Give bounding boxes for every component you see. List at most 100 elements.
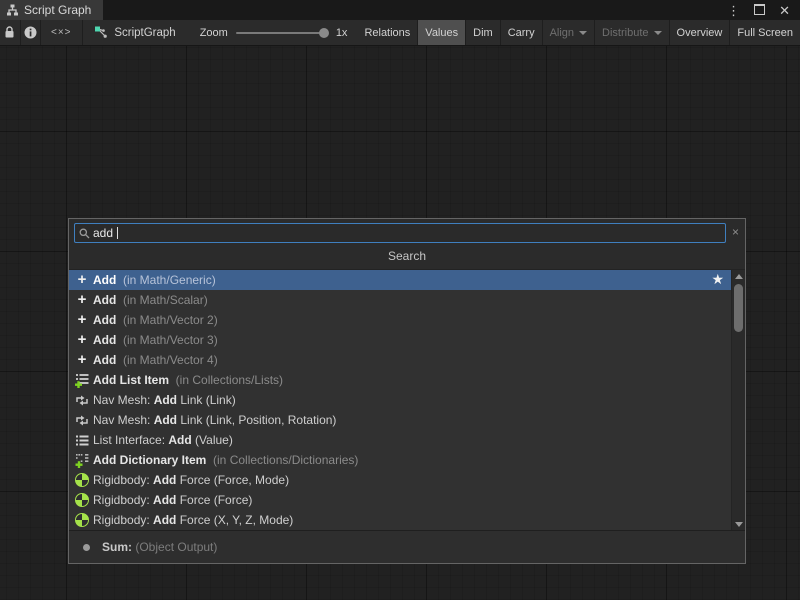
list-item-text: Add: [153, 493, 176, 507]
list-item-text: (in Collections/Lists): [172, 373, 283, 387]
maximize-icon[interactable]: [754, 4, 765, 17]
tab-script-graph[interactable]: Script Graph: [0, 0, 103, 20]
rigidbody-icon: [74, 512, 90, 528]
footer-detail: (Object Output): [135, 540, 217, 554]
toolbar-button-carry[interactable]: Carry: [501, 20, 542, 45]
list-item-text: Add: [93, 313, 120, 327]
list-item-text: Add: [154, 393, 177, 407]
list-item[interactable]: Add List Item (in Collections/Lists): [69, 370, 731, 390]
list-item-text: Add Dictionary Item: [93, 453, 210, 467]
toolbar-button-full-screen[interactable]: Full Screen: [730, 20, 800, 45]
toolbar-button-group: Relations Values Dim Carry Align Distribute Ov…: [357, 20, 800, 45]
toolbar-button-label: Full Screen: [737, 27, 793, 39]
list-item[interactable]: +Add (in Math/Scalar): [69, 290, 731, 310]
toolbar-button-label: Distribute: [602, 27, 648, 39]
nav-mesh-icon: [74, 392, 90, 408]
dot-icon: [83, 544, 90, 551]
list-item[interactable]: +Add (in Math/Vector 2): [69, 310, 731, 330]
list-item-text: Add: [93, 293, 120, 307]
zoom-slider[interactable]: [236, 32, 328, 34]
info-button[interactable]: [20, 20, 40, 45]
plus-icon: +: [74, 312, 90, 328]
list-item-text: Nav Mesh:: [93, 393, 154, 407]
toolbar-button-label: Dim: [473, 27, 493, 39]
toolbar-button-label: Carry: [508, 27, 535, 39]
list-interface-icon: [74, 432, 90, 448]
text-caret: [117, 227, 118, 239]
scroll-up-icon[interactable]: [732, 270, 746, 282]
toolbar-button-label: Relations: [364, 27, 410, 39]
vertical-scrollbar[interactable]: [731, 270, 745, 530]
toolbar-button-overview[interactable]: Overview: [670, 20, 730, 45]
list-item-text: Rigidbody:: [93, 473, 153, 487]
list-item-text: (Value): [192, 433, 233, 447]
list-item-text: Force (Force, Mode): [176, 473, 289, 487]
graph-window-icon: [6, 4, 19, 16]
add-dictionary-item-icon: [74, 452, 90, 468]
list-item-text: Force (X, Y, Z, Mode): [176, 513, 293, 527]
search-input[interactable]: add ×: [74, 223, 726, 243]
lock-button[interactable]: [0, 20, 20, 45]
scroll-down-icon[interactable]: [732, 518, 746, 530]
list-item-text: List Interface:: [93, 433, 168, 447]
graph-toolbar: <×> ScriptGraph Zoom 1x Relations Values D…: [0, 20, 800, 46]
tab-title: Script Graph: [24, 3, 91, 17]
titlebar: Script Graph ⋮ ✕: [0, 0, 800, 20]
list-item[interactable]: +Add (in Math/Generic) ★: [69, 270, 731, 290]
list-item-text: Link (Link, Position, Rotation): [177, 413, 336, 427]
list-item-text: (in Math/Scalar): [120, 293, 208, 307]
list-item[interactable]: Rigidbody: Add Force (Force): [69, 490, 731, 510]
list-item-text: (in Math/Generic): [120, 273, 216, 287]
plus-icon: +: [74, 332, 90, 348]
scrollbar-thumb[interactable]: [734, 284, 743, 332]
toolbar-button-label: Overview: [677, 27, 723, 39]
plus-icon: +: [74, 352, 90, 368]
plus-icon: +: [74, 272, 90, 288]
toolbar-button-values[interactable]: Values: [418, 20, 465, 45]
list-item[interactable]: List Interface: Add (Value): [69, 430, 731, 450]
list-item-text: Add List Item: [93, 373, 172, 387]
scriptgraph-icon: [94, 26, 108, 39]
search-area: add × Search: [69, 219, 745, 269]
list-item-text: Force (Force): [176, 493, 252, 507]
list-item-text: Add: [93, 273, 120, 287]
toolbar-button-dim[interactable]: Dim: [466, 20, 500, 45]
toolbar-button-distribute[interactable]: Distribute: [595, 20, 668, 45]
zoom-label: Zoom: [200, 27, 228, 39]
toolbar-button-align[interactable]: Align: [543, 20, 594, 45]
zoom-control: Zoom 1x: [190, 20, 358, 45]
zoom-slider-handle[interactable]: [319, 28, 329, 38]
caret-down-icon: [654, 31, 662, 35]
list-item[interactable]: Nav Mesh: Add Link (Link): [69, 390, 731, 410]
graph-breadcrumb[interactable]: ScriptGraph: [82, 20, 189, 45]
caret-down-icon: [579, 31, 587, 35]
list-item-text: Add: [168, 433, 191, 447]
list-item[interactable]: Nav Mesh: Add Link (Link, Position, Rota…: [69, 410, 731, 430]
list-item[interactable]: Rigidbody: Add Force (Force, Mode): [69, 470, 731, 490]
code-preview-button[interactable]: <×>: [41, 20, 82, 45]
info-icon: [24, 26, 37, 39]
close-icon[interactable]: ✕: [779, 4, 790, 17]
favorite-star-icon[interactable]: ★: [711, 271, 724, 288]
list-item[interactable]: +Add (in Math/Vector 4): [69, 350, 731, 370]
list-item-text: (in Math/Vector 2): [120, 313, 218, 327]
graph-name: ScriptGraph: [114, 27, 175, 39]
list-item[interactable]: +Add (in Math/Vector 3): [69, 330, 731, 350]
list-item-text: (in Math/Vector 4): [120, 353, 218, 367]
list-item-text: Nav Mesh:: [93, 413, 154, 427]
toolbar-button-label: Values: [425, 27, 458, 39]
list-item[interactable]: Add Dictionary Item (in Collections/Dict…: [69, 450, 731, 470]
titlebar-controls: ⋮ ✕: [727, 0, 800, 20]
list-item-text: Link (Link): [177, 393, 236, 407]
toolbar-button-relations[interactable]: Relations: [357, 20, 417, 45]
list-item-text: Add: [154, 413, 177, 427]
unity-script-graph-window: Script Graph ⋮ ✕ <×> ScriptGraph Zoom: [0, 0, 800, 600]
results-list: +Add (in Math/Generic)★+Add (in Math/Sca…: [69, 270, 731, 530]
list-item[interactable]: Rigidbody: Add Force (X, Y, Z, Mode): [69, 510, 731, 530]
more-vertical-icon[interactable]: ⋮: [727, 4, 740, 17]
clear-search-icon[interactable]: ×: [732, 226, 739, 238]
list-item-text: Add: [93, 353, 120, 367]
code-preview-icon: <×>: [51, 27, 72, 38]
footer-label: Sum:: [102, 540, 135, 554]
search-query: add: [93, 227, 113, 239]
